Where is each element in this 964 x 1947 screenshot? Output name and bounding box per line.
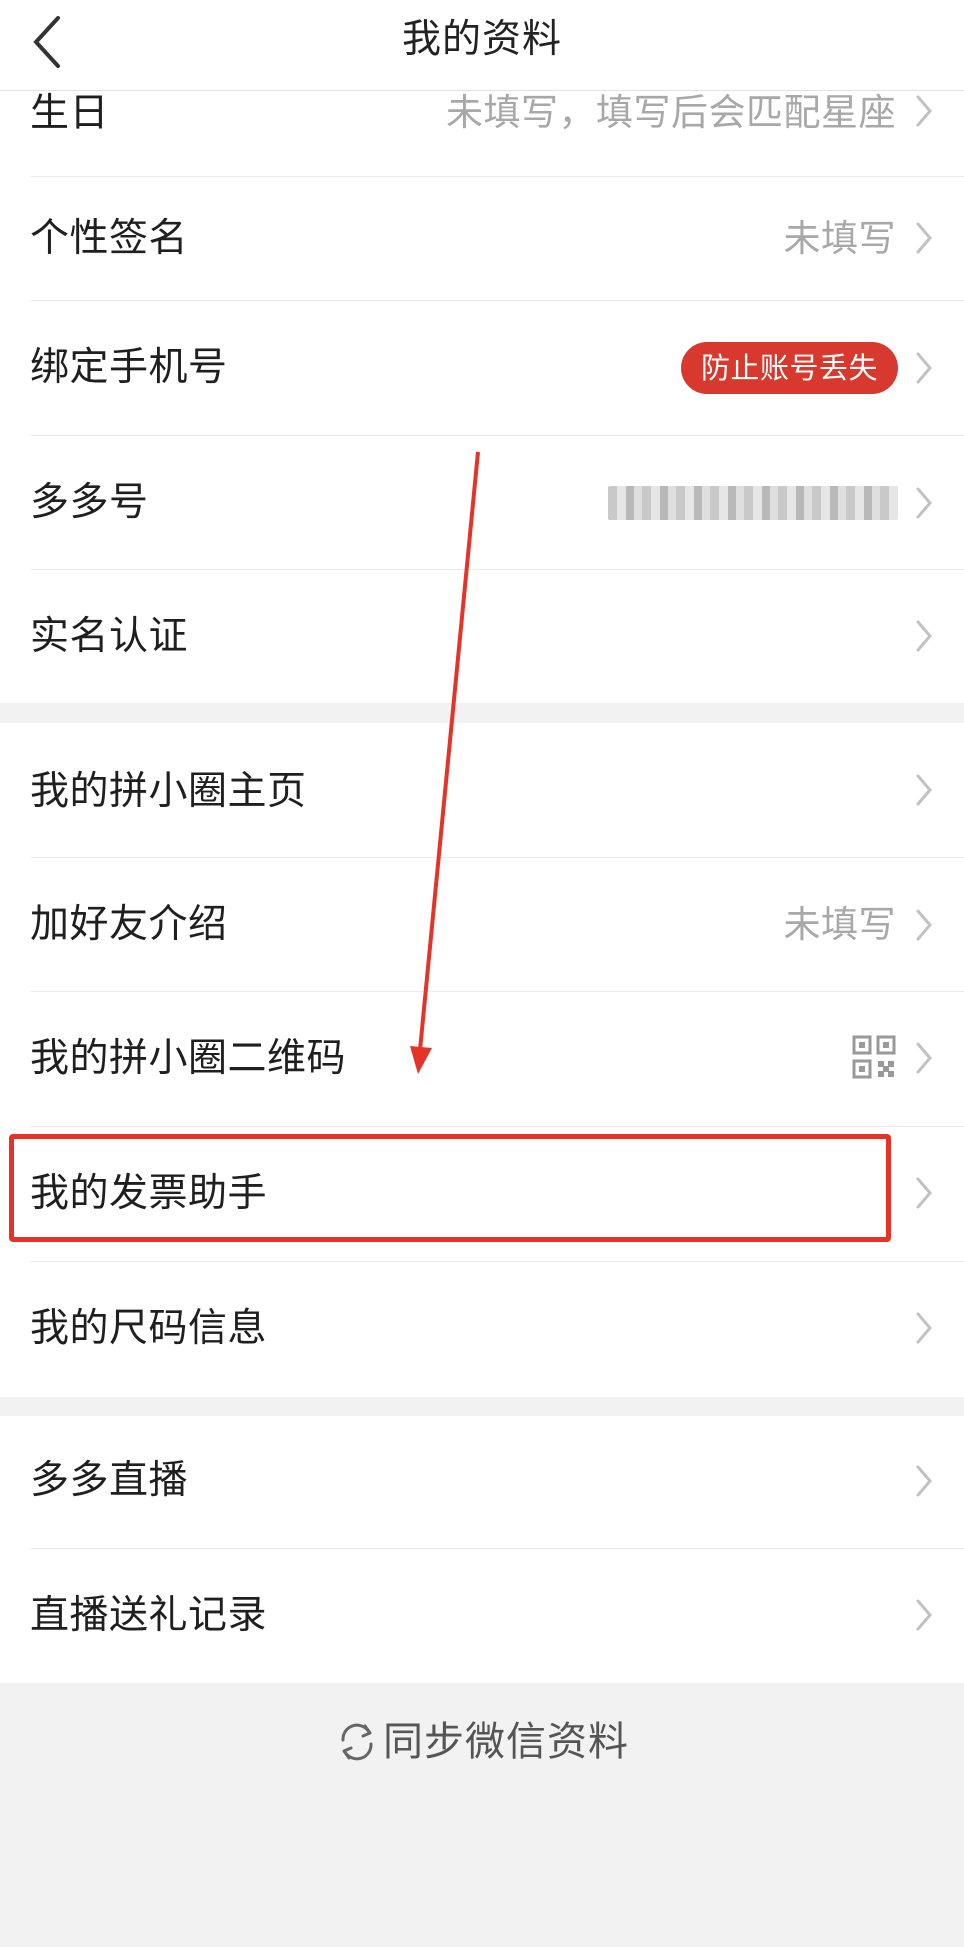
row-label: 我的拼小圈二维码 [30, 1036, 347, 1081]
row-label: 我的尺码信息 [30, 1306, 268, 1351]
row-label: 直播送礼记录 [30, 1593, 268, 1638]
profile-page: 我的资料 生日 未填写，填写后会匹配星座 个性签名 未填写 绑定手机号 防止账号… [0, 0, 964, 1947]
row-label: 我的拼小圈主页 [30, 769, 307, 814]
row-bind-phone[interactable]: 绑定手机号 防止账号丢失 [0, 301, 964, 436]
row-label: 多多号 [30, 480, 149, 525]
refresh-icon [341, 1723, 373, 1761]
account-info-group: 生日 未填写，填写后会匹配星座 个性签名 未填写 绑定手机号 防止账号丢失 多多… [0, 91, 964, 703]
row-label: 个性签名 [30, 216, 189, 261]
chevron-right-icon [916, 1599, 932, 1631]
row-circle-homepage[interactable]: 我的拼小圈主页 [0, 723, 964, 858]
row-birthday[interactable]: 生日 未填写，填写后会匹配星座 [0, 91, 964, 177]
row-live-gift-records[interactable]: 直播送礼记录 [0, 1549, 964, 1683]
row-label: 加好友介绍 [30, 902, 228, 947]
row-value: 未填写 [783, 903, 896, 946]
chevron-right-icon [916, 222, 932, 254]
row-label: 我的发票助手 [30, 1171, 268, 1216]
row-circle-qr-code[interactable]: 我的拼小圈二维码 [0, 992, 964, 1127]
row-label: 多多直播 [30, 1458, 189, 1503]
row-size-info[interactable]: 我的尺码信息 [0, 1262, 964, 1397]
row-value: 未填写 [783, 217, 896, 260]
chevron-right-icon [916, 1465, 932, 1497]
chevron-right-icon [916, 1312, 932, 1344]
row-label: 生日 [30, 91, 110, 136]
chevron-right-icon [916, 909, 932, 941]
row-value: 未填写，填写后会匹配星座 [446, 91, 896, 134]
row-duoduo-live[interactable]: 多多直播 [0, 1416, 964, 1549]
row-duoduo-id[interactable]: 多多号 [0, 436, 964, 570]
warning-badge: 防止账号丢失 [680, 342, 898, 394]
row-real-name-auth[interactable]: 实名认证 [0, 570, 964, 703]
sync-wechat-button[interactable]: 同步微信资料 [0, 1718, 964, 1766]
chevron-right-icon [916, 352, 932, 384]
qr-code-icon [852, 1035, 896, 1079]
obscured-id-value [608, 486, 898, 520]
row-label: 实名认证 [30, 614, 189, 659]
chevron-right-icon [916, 1042, 932, 1074]
chevron-right-icon [916, 1177, 932, 1209]
nav-bar: 我的资料 [0, 0, 964, 91]
chevron-right-icon [916, 774, 932, 806]
row-signature[interactable]: 个性签名 未填写 [0, 177, 964, 301]
social-group: 我的拼小圈主页 加好友介绍 未填写 我的拼小圈二维码 我的发票助手 我的尺码信息 [0, 723, 964, 1397]
row-friend-intro[interactable]: 加好友介绍 未填写 [0, 858, 964, 992]
sync-label: 同步微信资料 [383, 1719, 629, 1765]
page-title: 我的资料 [401, 17, 562, 62]
chevron-right-icon [916, 620, 932, 652]
row-label: 绑定手机号 [30, 345, 228, 390]
chevron-right-icon [916, 95, 932, 127]
live-group: 多多直播 直播送礼记录 [0, 1416, 964, 1683]
row-invoice-assistant[interactable]: 我的发票助手 [0, 1127, 964, 1262]
chevron-right-icon [916, 487, 932, 519]
